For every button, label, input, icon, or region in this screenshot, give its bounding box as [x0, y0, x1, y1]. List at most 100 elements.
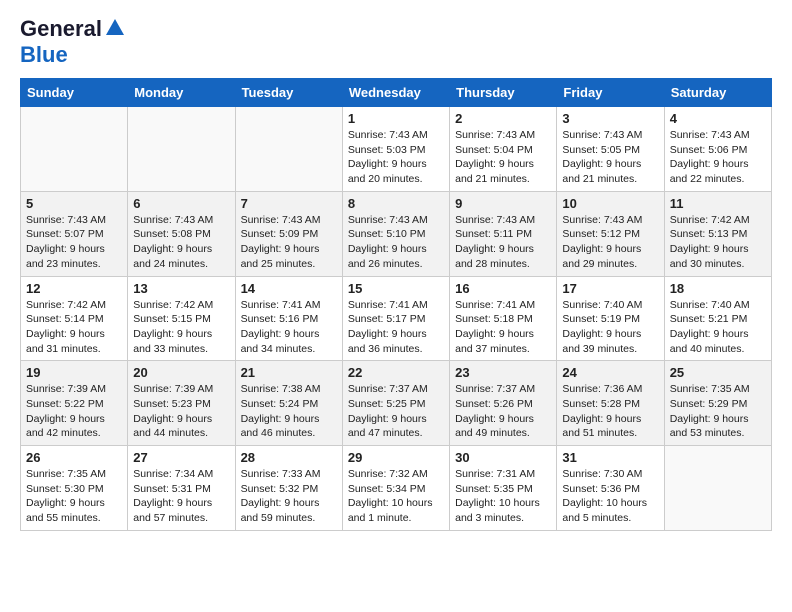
calendar-cell: 10 Sunrise: 7:43 AM Sunset: 5:12 PM Dayli… — [557, 191, 664, 276]
calendar-cell: 30 Sunrise: 7:31 AM Sunset: 5:35 PM Dayli… — [450, 446, 557, 531]
calendar-week-row: 19 Sunrise: 7:39 AM Sunset: 5:22 PM Dayli… — [21, 361, 772, 446]
cell-info: Sunrise: 7:39 AM Sunset: 5:23 PM Dayligh… — [133, 382, 229, 441]
cell-info: Sunrise: 7:43 AM Sunset: 5:11 PM Dayligh… — [455, 213, 551, 272]
calendar-cell: 22Sunrise: 7:37 AM Sunset: 5:25 PM Dayli… — [342, 361, 449, 446]
cell-info: Sunrise: 7:37 AM Sunset: 5:26 PM Dayligh… — [455, 382, 551, 441]
day-number: 6 — [133, 196, 229, 211]
calendar-cell: 25 Sunrise: 7:35 AM Sunset: 5:29 PM Dayli… — [664, 361, 771, 446]
weekday-header-wednesday: Wednesday — [342, 79, 449, 107]
calendar-cell: 12 Sunrise: 7:42 AM Sunset: 5:14 PM Dayli… — [21, 276, 128, 361]
day-number: 10 — [562, 196, 658, 211]
cell-info: Sunrise: 7:41 AM Sunset: 5:18 PM Dayligh… — [455, 298, 551, 357]
cell-info: Sunrise: 7:40 AM Sunset: 5:19 PM Dayligh… — [562, 298, 658, 357]
logo-general: General — [20, 16, 102, 42]
day-number: 15 — [348, 281, 444, 296]
header: General Blue — [20, 16, 772, 68]
weekday-header-friday: Friday — [557, 79, 664, 107]
logo-blue: Blue — [20, 42, 68, 67]
calendar-cell: 1Sunrise: 7:43 AM Sunset: 5:03 PM Daylig… — [342, 107, 449, 192]
calendar-cell: 6 Sunrise: 7:43 AM Sunset: 5:08 PM Daylig… — [128, 191, 235, 276]
weekday-header-sunday: Sunday — [21, 79, 128, 107]
day-number: 16 — [455, 281, 551, 296]
calendar-cell: 14Sunrise: 7:41 AM Sunset: 5:16 PM Dayli… — [235, 276, 342, 361]
cell-info: Sunrise: 7:30 AM Sunset: 5:36 PM Dayligh… — [562, 467, 658, 526]
cell-info: Sunrise: 7:43 AM Sunset: 5:05 PM Dayligh… — [562, 128, 658, 187]
cell-info: Sunrise: 7:39 AM Sunset: 5:22 PM Dayligh… — [26, 382, 122, 441]
cell-info: Sunrise: 7:31 AM Sunset: 5:35 PM Dayligh… — [455, 467, 551, 526]
cell-info: Sunrise: 7:43 AM Sunset: 5:04 PM Dayligh… — [455, 128, 551, 187]
calendar-cell: 20 Sunrise: 7:39 AM Sunset: 5:23 PM Dayli… — [128, 361, 235, 446]
calendar-cell: 28 Sunrise: 7:33 AM Sunset: 5:32 PM Dayli… — [235, 446, 342, 531]
day-number: 5 — [26, 196, 122, 211]
day-number: 7 — [241, 196, 337, 211]
calendar-header-row: SundayMondayTuesdayWednesdayThursdayFrid… — [21, 79, 772, 107]
calendar-cell: 3 Sunrise: 7:43 AM Sunset: 5:05 PM Daylig… — [557, 107, 664, 192]
cell-info: Sunrise: 7:35 AM Sunset: 5:29 PM Dayligh… — [670, 382, 766, 441]
cell-info: Sunrise: 7:34 AM Sunset: 5:31 PM Dayligh… — [133, 467, 229, 526]
cell-info: Sunrise: 7:32 AM Sunset: 5:34 PM Dayligh… — [348, 467, 444, 526]
cell-info: Sunrise: 7:35 AM Sunset: 5:30 PM Dayligh… — [26, 467, 122, 526]
cell-info: Sunrise: 7:41 AM Sunset: 5:16 PM Dayligh… — [241, 298, 337, 357]
calendar-cell: 19 Sunrise: 7:39 AM Sunset: 5:22 PM Dayli… — [21, 361, 128, 446]
calendar-cell: 9 Sunrise: 7:43 AM Sunset: 5:11 PM Daylig… — [450, 191, 557, 276]
cell-info: Sunrise: 7:43 AM Sunset: 5:12 PM Dayligh… — [562, 213, 658, 272]
calendar-cell: 5 Sunrise: 7:43 AM Sunset: 5:07 PM Daylig… — [21, 191, 128, 276]
day-number: 18 — [670, 281, 766, 296]
cell-info: Sunrise: 7:43 AM Sunset: 5:06 PM Dayligh… — [670, 128, 766, 187]
page: General Blue SundayMondayTuesdayWednesda… — [0, 0, 792, 547]
day-number: 3 — [562, 111, 658, 126]
cell-info: Sunrise: 7:38 AM Sunset: 5:24 PM Dayligh… — [241, 382, 337, 441]
calendar-cell: 31 Sunrise: 7:30 AM Sunset: 5:36 PM Dayli… — [557, 446, 664, 531]
logo: General Blue — [20, 16, 126, 68]
day-number: 31 — [562, 450, 658, 465]
day-number: 27 — [133, 450, 229, 465]
day-number: 28 — [241, 450, 337, 465]
cell-info: Sunrise: 7:43 AM Sunset: 5:07 PM Dayligh… — [26, 213, 122, 272]
day-number: 25 — [670, 365, 766, 380]
cell-info: Sunrise: 7:41 AM Sunset: 5:17 PM Dayligh… — [348, 298, 444, 357]
calendar-cell: 15 Sunrise: 7:41 AM Sunset: 5:17 PM Dayli… — [342, 276, 449, 361]
weekday-header-tuesday: Tuesday — [235, 79, 342, 107]
weekday-header-monday: Monday — [128, 79, 235, 107]
calendar: SundayMondayTuesdayWednesdayThursdayFrid… — [20, 78, 772, 531]
calendar-cell: 26 Sunrise: 7:35 AM Sunset: 5:30 PM Dayli… — [21, 446, 128, 531]
day-number: 20 — [133, 365, 229, 380]
day-number: 11 — [670, 196, 766, 211]
calendar-cell: 24Sunrise: 7:36 AM Sunset: 5:28 PM Dayli… — [557, 361, 664, 446]
calendar-cell: 8 Sunrise: 7:43 AM Sunset: 5:10 PM Daylig… — [342, 191, 449, 276]
day-number: 4 — [670, 111, 766, 126]
weekday-header-saturday: Saturday — [664, 79, 771, 107]
day-number: 30 — [455, 450, 551, 465]
weekday-header-thursday: Thursday — [450, 79, 557, 107]
day-number: 26 — [26, 450, 122, 465]
calendar-week-row: 1Sunrise: 7:43 AM Sunset: 5:03 PM Daylig… — [21, 107, 772, 192]
cell-info: Sunrise: 7:43 AM Sunset: 5:03 PM Dayligh… — [348, 128, 444, 187]
calendar-cell — [21, 107, 128, 192]
day-number: 21 — [241, 365, 337, 380]
cell-info: Sunrise: 7:40 AM Sunset: 5:21 PM Dayligh… — [670, 298, 766, 357]
cell-info: Sunrise: 7:33 AM Sunset: 5:32 PM Dayligh… — [241, 467, 337, 526]
cell-info: Sunrise: 7:42 AM Sunset: 5:13 PM Dayligh… — [670, 213, 766, 272]
logo-icon — [104, 17, 126, 39]
calendar-cell: 11 Sunrise: 7:42 AM Sunset: 5:13 PM Dayli… — [664, 191, 771, 276]
cell-info: Sunrise: 7:43 AM Sunset: 5:08 PM Dayligh… — [133, 213, 229, 272]
day-number: 8 — [348, 196, 444, 211]
day-number: 24 — [562, 365, 658, 380]
day-number: 19 — [26, 365, 122, 380]
calendar-cell: 4 Sunrise: 7:43 AM Sunset: 5:06 PM Daylig… — [664, 107, 771, 192]
day-number: 9 — [455, 196, 551, 211]
day-number: 2 — [455, 111, 551, 126]
day-number: 12 — [26, 281, 122, 296]
calendar-cell — [235, 107, 342, 192]
cell-info: Sunrise: 7:42 AM Sunset: 5:15 PM Dayligh… — [133, 298, 229, 357]
day-number: 17 — [562, 281, 658, 296]
cell-info: Sunrise: 7:43 AM Sunset: 5:10 PM Dayligh… — [348, 213, 444, 272]
cell-info: Sunrise: 7:42 AM Sunset: 5:14 PM Dayligh… — [26, 298, 122, 357]
day-number: 23 — [455, 365, 551, 380]
calendar-cell: 18 Sunrise: 7:40 AM Sunset: 5:21 PM Dayli… — [664, 276, 771, 361]
calendar-cell — [664, 446, 771, 531]
calendar-cell: 23 Sunrise: 7:37 AM Sunset: 5:26 PM Dayli… — [450, 361, 557, 446]
cell-info: Sunrise: 7:43 AM Sunset: 5:09 PM Dayligh… — [241, 213, 337, 272]
calendar-week-row: 12 Sunrise: 7:42 AM Sunset: 5:14 PM Dayli… — [21, 276, 772, 361]
calendar-cell: 29Sunrise: 7:32 AM Sunset: 5:34 PM Dayli… — [342, 446, 449, 531]
